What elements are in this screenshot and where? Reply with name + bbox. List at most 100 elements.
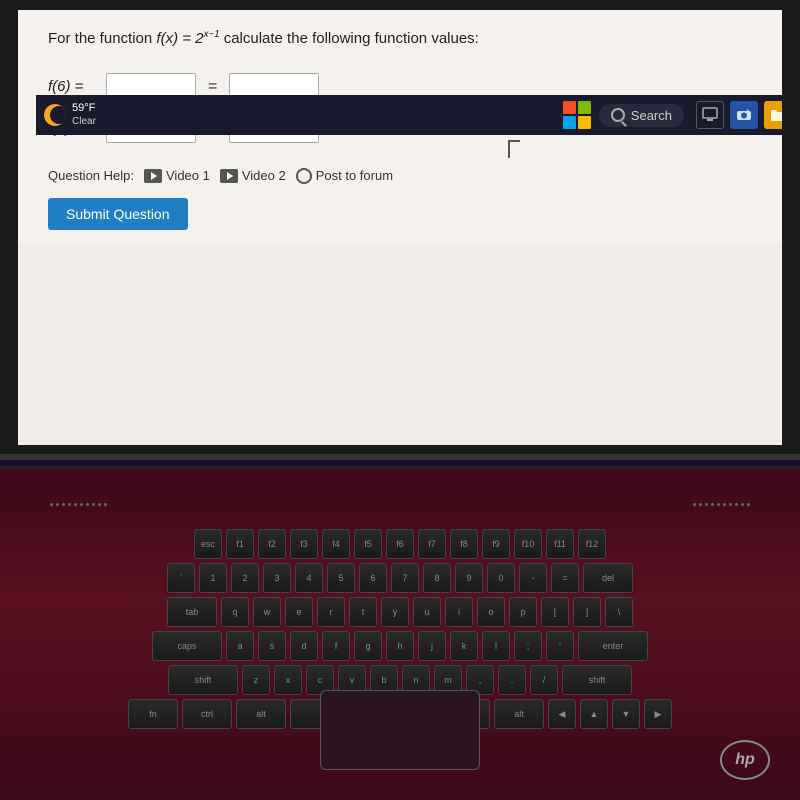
camera-svg xyxy=(736,107,752,123)
key-f[interactable]: f xyxy=(322,631,350,661)
windows-start-button[interactable] xyxy=(563,101,591,129)
key-f3[interactable]: f3 xyxy=(290,529,318,559)
key-i[interactable]: i xyxy=(445,597,473,627)
key-f7[interactable]: f7 xyxy=(418,529,446,559)
key-f2[interactable]: f2 xyxy=(258,529,286,559)
taskbar: 59°F Clear Search xyxy=(36,95,782,135)
search-icon xyxy=(611,108,625,122)
key-f6[interactable]: f6 xyxy=(386,529,414,559)
taskbar-search[interactable]: Search xyxy=(599,104,684,127)
key-j[interactable]: j xyxy=(418,631,446,661)
key-quote[interactable]: ' xyxy=(546,631,574,661)
key-left[interactable]: ◀ xyxy=(548,699,576,729)
f6-equals: = xyxy=(208,78,217,96)
key-semicolon[interactable]: ; xyxy=(514,631,542,661)
key-k[interactable]: k xyxy=(450,631,478,661)
key-backslash[interactable]: \ xyxy=(605,597,633,627)
keyboard-row-4: caps a s d f g h j k l ; ' enter xyxy=(80,631,720,661)
submit-question-button[interactable]: Submit Question xyxy=(48,198,188,230)
key-z[interactable]: z xyxy=(242,665,270,695)
key-minus[interactable]: - xyxy=(519,563,547,593)
key-caps[interactable]: caps xyxy=(152,631,222,661)
key-f10[interactable]: f10 xyxy=(514,529,542,559)
key-a[interactable]: a xyxy=(226,631,254,661)
key-7[interactable]: 7 xyxy=(391,563,419,593)
question-help-label: Question Help: xyxy=(48,168,134,183)
trackpad[interactable] xyxy=(320,690,480,770)
file-explorer-icon[interactable] xyxy=(764,101,782,129)
key-f5[interactable]: f5 xyxy=(354,529,382,559)
video1-link[interactable]: Video 1 xyxy=(144,168,210,183)
key-3[interactable]: 3 xyxy=(263,563,291,593)
key-d[interactable]: d xyxy=(290,631,318,661)
key-esc[interactable]: esc xyxy=(194,529,222,559)
key-backspace[interactable]: del xyxy=(583,563,633,593)
problem-text-before: For the function xyxy=(48,30,152,47)
key-fn[interactable]: fn xyxy=(128,699,178,729)
key-enter[interactable]: enter xyxy=(578,631,648,661)
key-l[interactable]: l xyxy=(482,631,510,661)
video2-play-icon xyxy=(220,169,238,183)
key-w[interactable]: w xyxy=(253,597,281,627)
video1-label: Video 1 xyxy=(166,168,210,183)
speaker-grill-right xyxy=(550,489,750,519)
key-y[interactable]: y xyxy=(381,597,409,627)
key-g[interactable]: g xyxy=(354,631,382,661)
key-h[interactable]: h xyxy=(386,631,414,661)
key-1[interactable]: 1 xyxy=(199,563,227,593)
video2-link[interactable]: Video 2 xyxy=(220,168,286,183)
key-u[interactable]: u xyxy=(413,597,441,627)
key-lbracket[interactable]: [ xyxy=(541,597,569,627)
key-q[interactable]: q xyxy=(221,597,249,627)
keyboard-row-2: ` 1 2 3 4 5 6 7 8 9 0 - = del xyxy=(80,563,720,593)
key-right[interactable]: ▶ xyxy=(644,699,672,729)
key-o[interactable]: o xyxy=(477,597,505,627)
key-5[interactable]: 5 xyxy=(327,563,355,593)
key-shift-r[interactable]: shift xyxy=(562,665,632,695)
key-equals[interactable]: = xyxy=(551,563,579,593)
f6-label: f(6) = xyxy=(48,78,98,95)
desktop-icon[interactable] xyxy=(696,101,724,129)
key-t[interactable]: t xyxy=(349,597,377,627)
video1-play-icon xyxy=(144,169,162,183)
key-f8[interactable]: f8 xyxy=(450,529,478,559)
key-ctrl[interactable]: ctrl xyxy=(182,699,232,729)
question-help-bar: Question Help: Video 1 Video 2 Post to f… xyxy=(48,168,752,184)
key-shift-l[interactable]: shift xyxy=(168,665,238,695)
key-4[interactable]: 4 xyxy=(295,563,323,593)
speaker-grill-left xyxy=(50,489,250,519)
key-f4[interactable]: f4 xyxy=(322,529,350,559)
win-square-yellow xyxy=(578,116,591,129)
key-r[interactable]: r xyxy=(317,597,345,627)
key-f11[interactable]: f11 xyxy=(546,529,574,559)
key-alt[interactable]: alt xyxy=(236,699,286,729)
key-down[interactable]: ▼ xyxy=(612,699,640,729)
key-f12[interactable]: f12 xyxy=(578,529,606,559)
key-up[interactable]: ▲ xyxy=(580,699,608,729)
key-backtick[interactable]: ` xyxy=(167,563,195,593)
key-s[interactable]: s xyxy=(258,631,286,661)
problem-statement: For the function f(x) = 2x−1 calculate t… xyxy=(48,28,752,51)
post-to-forum-link[interactable]: Post to forum xyxy=(296,168,393,184)
key-tab[interactable]: tab xyxy=(167,597,217,627)
key-period[interactable]: . xyxy=(498,665,526,695)
video2-label: Video 2 xyxy=(242,168,286,183)
key-8[interactable]: 8 xyxy=(423,563,451,593)
key-9[interactable]: 9 xyxy=(455,563,483,593)
key-rbracket[interactable]: ] xyxy=(573,597,601,627)
key-x[interactable]: x xyxy=(274,665,302,695)
key-f1[interactable]: f1 xyxy=(226,529,254,559)
key-0[interactable]: 0 xyxy=(487,563,515,593)
key-2[interactable]: 2 xyxy=(231,563,259,593)
key-p[interactable]: p xyxy=(509,597,537,627)
key-f9[interactable]: f9 xyxy=(482,529,510,559)
exponent: x−1 xyxy=(204,29,220,40)
key-slash[interactable]: / xyxy=(530,665,558,695)
laptop-bottom: esc f1 f2 f3 f4 f5 f6 f7 f8 f9 f10 f11 f… xyxy=(0,466,800,800)
screen: For the function f(x) = 2x−1 calculate t… xyxy=(18,10,782,445)
key-alt-r[interactable]: alt xyxy=(494,699,544,729)
speaker-dot xyxy=(50,503,53,506)
camera-taskbar-icon[interactable] xyxy=(730,101,758,129)
key-6[interactable]: 6 xyxy=(359,563,387,593)
key-e[interactable]: e xyxy=(285,597,313,627)
